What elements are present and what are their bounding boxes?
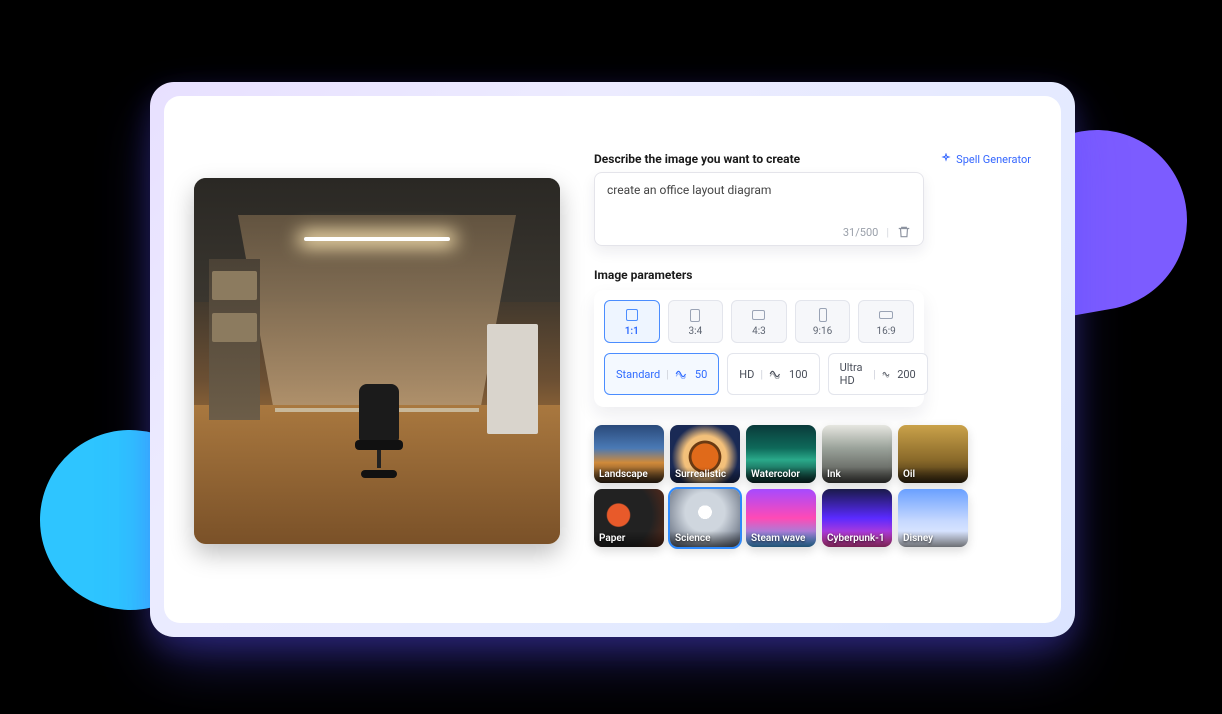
quality-ultra-hd[interactable]: Ultra HD|200 [828,353,928,395]
prompt-input[interactable] [607,183,911,221]
spell-generator-label: Spell Generator [956,153,1031,166]
aspect-ratio-1-1[interactable]: 1:1 [604,300,660,343]
aspect-ratio-icon [878,307,894,323]
aspect-ratio-label: 16:9 [877,326,896,337]
aspect-ratio-icon [687,307,703,323]
style-row: Landscape Surrealistic Watercolor Ink Oil [594,425,974,483]
aspect-ratio-4-3[interactable]: 4:3 [731,300,787,343]
style-label: Ink [822,467,892,483]
app-panel: Describe the image you want to create Sp… [164,96,1061,623]
style-label: Oil [898,467,968,483]
style-landscape[interactable]: Landscape [594,425,664,483]
app-frame: Describe the image you want to create Sp… [150,82,1075,637]
trash-icon[interactable] [897,225,911,239]
controls-column: Describe the image you want to create Sp… [594,120,1031,603]
style-label: Paper [594,531,664,547]
style-label: Steam wave [746,531,816,547]
quality-credits: 200 [897,368,916,381]
style-paper[interactable]: Paper [594,489,664,547]
quality-credits: 50 [695,368,707,381]
credits-icon [675,369,689,379]
style-oil[interactable]: Oil [898,425,968,483]
aspect-ratio-icon [624,307,640,323]
aspect-ratio-label: 4:3 [752,326,766,337]
style-science[interactable]: Science [670,489,740,547]
style-row: Paper Science Steam wave Cyberpunk-1 Disney [594,489,974,547]
style-label: Cyberpunk-1 [822,531,892,547]
quality-hd[interactable]: HD|100 [727,353,819,395]
preview-column [194,120,564,603]
style-label: Surrealistic [670,467,740,483]
credits-icon [769,369,783,379]
aspect-ratio-icon [815,307,831,323]
style-cyberpunk-1[interactable]: Cyberpunk-1 [822,489,892,547]
style-watercolor[interactable]: Watercolor [746,425,816,483]
prompt-label: Describe the image you want to create [594,152,800,166]
quality-label: Ultra HD [840,361,867,387]
quality-standard[interactable]: Standard|50 [604,353,719,395]
char-counter: 31/500 [843,226,878,239]
style-label: Science [670,531,740,547]
style-surrealistic[interactable]: Surrealistic [670,425,740,483]
aspect-ratio-label: 3:4 [689,326,703,337]
parameters-label: Image parameters [594,268,1031,282]
preview-image [194,178,560,544]
quality-credits: 100 [789,368,808,381]
prompt-box: 31/500 | [594,172,924,246]
style-disney[interactable]: Disney [898,489,968,547]
spell-generator-link[interactable]: Spell Generator [940,153,1031,166]
aspect-ratio-16-9[interactable]: 16:9 [858,300,914,343]
quality-row: Standard|50HD|100Ultra HD|200 [604,353,914,395]
aspect-ratio-icon [751,307,767,323]
style-label: Watercolor [746,467,816,483]
aspect-ratio-row: 1:1 3:4 4:3 9:16 16:9 [604,300,914,343]
aspect-ratio-9-16[interactable]: 9:16 [795,300,851,343]
style-ink[interactable]: Ink [822,425,892,483]
style-label: Disney [898,531,968,547]
aspect-ratio-label: 9:16 [813,326,832,337]
quality-label: Standard [616,368,660,381]
quality-label: HD [739,368,754,381]
credits-icon [882,369,891,379]
aspect-ratio-3-4[interactable]: 3:4 [668,300,724,343]
style-label: Landscape [594,467,664,483]
divider: | [886,226,889,239]
sparkle-icon [940,153,952,165]
aspect-ratio-label: 1:1 [625,326,639,337]
style-grid: Landscape Surrealistic Watercolor Ink Oil Pap… [594,425,974,547]
style-steam-wave[interactable]: Steam wave [746,489,816,547]
parameters-card: 1:1 3:4 4:3 9:16 16:9 Standard|50HD|100 Ultra… [594,290,924,407]
